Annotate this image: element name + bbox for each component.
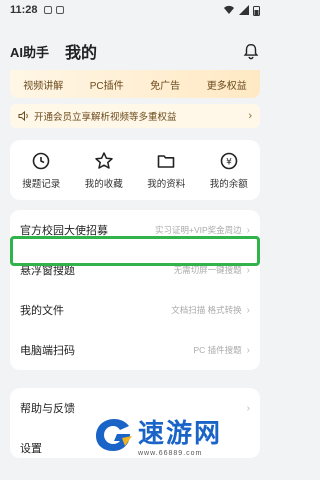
menu-row-sub: 无需切屏一键搜题: [173, 265, 242, 275]
svg-text:¥: ¥: [226, 157, 232, 167]
history-icon: [32, 152, 50, 169]
vip-benefit-more[interactable]: 更多权益: [207, 77, 247, 92]
menu-row-label: 官方校园大使招募: [20, 225, 108, 237]
chevron-right-icon: ›: [248, 110, 252, 122]
menu-row-label: 电脑端扫码: [20, 345, 75, 357]
watermark: 速游网 www.66889.com: [92, 410, 262, 460]
quick-label: 搜题记录: [22, 178, 61, 190]
menu-row-my-files[interactable]: 我的文件 文档扫描 格式转换 ›: [10, 290, 260, 330]
chevron-right-icon: ›: [246, 304, 250, 316]
vip-notice-banner[interactable]: 开通会员立享解析视频等多重权益 ›: [10, 104, 260, 128]
menu-card: 官方校园大使招募 实习证明+VIP奖金周边 › 悬浮窗搜题 无需切屏一键搜题 ›…: [10, 210, 260, 370]
menu-row-label: 悬浮窗搜题: [20, 265, 75, 277]
menu-row-sub: 文档扫描 格式转换: [171, 305, 242, 315]
menu-row-sub: 实习证明+VIP奖金周边: [154, 225, 242, 235]
header: AI助手 我的: [0, 34, 270, 68]
quick-label: 我的收藏: [84, 178, 123, 190]
status-time: 11:28: [10, 4, 38, 16]
status-bar: 11:28: [0, 0, 270, 20]
vip-benefits-bar[interactable]: 视频讲解 PC插件 免广告 更多权益: [10, 70, 260, 98]
chevron-right-icon: ›: [246, 264, 250, 276]
signal-icon: [239, 5, 249, 15]
menu-row-campus-ambassador[interactable]: 官方校园大使招募 实习证明+VIP奖金周边 ›: [10, 210, 260, 250]
menu-row-floating-search[interactable]: 悬浮窗搜题 无需切屏一键搜题 ›: [10, 250, 260, 290]
status-right-icons: [223, 5, 260, 16]
vip-notice-text: 开通会员立享解析视频等多重权益: [34, 112, 177, 123]
bell-icon[interactable]: [242, 42, 260, 60]
watermark-text: 速游网: [138, 418, 223, 448]
menu-row-label: 设置: [20, 443, 42, 455]
menu-row-pc-scan[interactable]: 电脑端扫码 PC 插件搜题 ›: [10, 330, 260, 370]
quick-favorites[interactable]: 我的收藏: [85, 151, 123, 190]
folder-icon: [157, 154, 175, 168]
chevron-right-icon: ›: [246, 344, 250, 356]
page-title: 我的: [65, 45, 98, 62]
vip-benefit-video[interactable]: 视频讲解: [23, 77, 63, 92]
chevron-right-icon: ›: [246, 224, 250, 236]
menu-row-label: 帮助与反馈: [20, 403, 75, 415]
tab-ai-assistant[interactable]: AI助手: [10, 42, 49, 61]
status-notification-icons: [43, 6, 64, 14]
watermark-url: www.66889.com: [138, 450, 203, 457]
wifi-icon: [224, 5, 234, 15]
vip-benefit-no-ads[interactable]: 免广告: [150, 77, 180, 92]
menu-row-sub: PC 插件搜题: [193, 345, 242, 355]
speaker-icon: [18, 110, 28, 122]
quick-label: 我的余额: [209, 178, 248, 190]
battery-icon: [253, 5, 260, 16]
yen-coin-icon: ¥: [220, 152, 238, 169]
quick-materials[interactable]: 我的资料: [147, 151, 185, 190]
vip-benefit-pc-plugin[interactable]: PC插件: [90, 77, 124, 92]
menu-row-label: 我的文件: [20, 305, 64, 317]
star-icon: [94, 151, 113, 169]
quick-actions-card: 搜题记录 我的收藏 我的资料 ¥ 我的余额: [10, 140, 260, 200]
quick-label: 我的资料: [147, 178, 186, 190]
quick-balance[interactable]: ¥ 我的余额: [210, 151, 248, 190]
watermark-logo-icon: [96, 419, 132, 451]
quick-search-history[interactable]: 搜题记录: [22, 151, 60, 190]
